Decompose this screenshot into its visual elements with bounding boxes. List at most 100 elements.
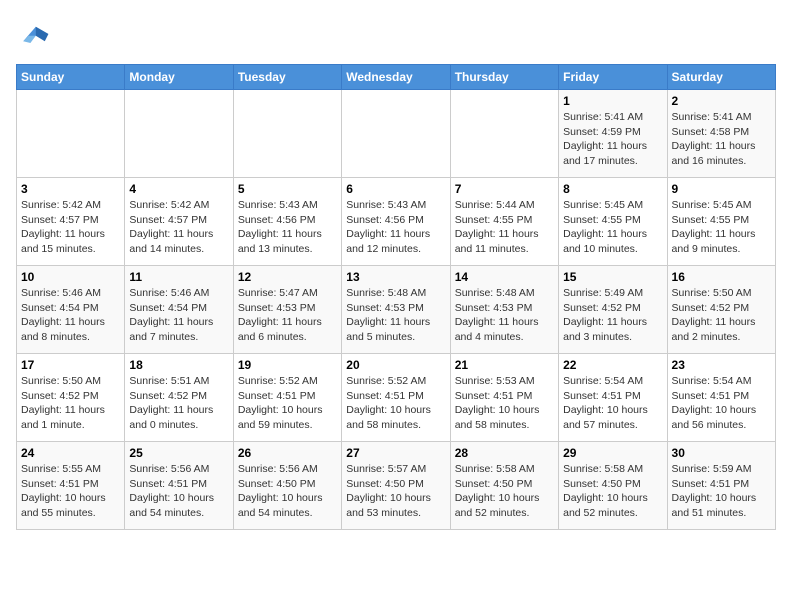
calendar-cell: 23 Sunrise: 5:54 AM Sunset: 4:51 PM Dayli…	[667, 354, 775, 442]
calendar-cell: 22 Sunrise: 5:54 AM Sunset: 4:51 PM Dayli…	[559, 354, 667, 442]
calendar-cell: 29 Sunrise: 5:58 AM Sunset: 4:50 PM Dayli…	[559, 442, 667, 530]
day-number: 19	[238, 358, 337, 372]
calendar-cell: 11 Sunrise: 5:46 AM Sunset: 4:54 PM Dayli…	[125, 266, 233, 354]
day-info: Sunrise: 5:43 AM Sunset: 4:56 PM Dayligh…	[238, 198, 337, 257]
calendar-cell: 21Sunrise: 5:53 AM Sunset: 4:51 PM Dayli…	[450, 354, 558, 442]
day-number: 11	[129, 270, 228, 284]
day-header-sunday: Sunday	[17, 65, 125, 90]
day-number: 24	[21, 446, 120, 460]
day-number: 20	[346, 358, 445, 372]
day-info: Sunrise: 5:52 AM Sunset: 4:51 PM Dayligh…	[346, 374, 445, 433]
day-info: Sunrise: 5:56 AM Sunset: 4:51 PM Dayligh…	[129, 462, 228, 521]
calendar-cell: 15 Sunrise: 5:49 AM Sunset: 4:52 PM Dayli…	[559, 266, 667, 354]
calendar-cell	[17, 90, 125, 178]
calendar-cell: 12 Sunrise: 5:47 AM Sunset: 4:53 PM Dayli…	[233, 266, 341, 354]
day-info: Sunrise: 5:57 AM Sunset: 4:50 PM Dayligh…	[346, 462, 445, 521]
calendar-week-row: 17 Sunrise: 5:50 AM Sunset: 4:52 PM Dayli…	[17, 354, 776, 442]
day-number: 25	[129, 446, 228, 460]
calendar-cell: 5 Sunrise: 5:43 AM Sunset: 4:56 PM Daylig…	[233, 178, 341, 266]
calendar-cell: 1Sunrise: 5:41 AM Sunset: 4:59 PM Daylig…	[559, 90, 667, 178]
day-info: Sunrise: 5:41 AM Sunset: 4:58 PM Dayligh…	[672, 110, 771, 169]
day-info: Sunrise: 5:50 AM Sunset: 4:52 PM Dayligh…	[672, 286, 771, 345]
calendar-cell: 14 Sunrise: 5:48 AM Sunset: 4:53 PM Dayli…	[450, 266, 558, 354]
calendar-cell: 24 Sunrise: 5:55 AM Sunset: 4:51 PM Dayli…	[17, 442, 125, 530]
calendar-cell	[125, 90, 233, 178]
calendar-cell: 10Sunrise: 5:46 AM Sunset: 4:54 PM Dayli…	[17, 266, 125, 354]
calendar-cell: 8 Sunrise: 5:45 AM Sunset: 4:55 PM Daylig…	[559, 178, 667, 266]
day-info: Sunrise: 5:42 AM Sunset: 4:57 PM Dayligh…	[21, 198, 120, 257]
day-info: Sunrise: 5:43 AM Sunset: 4:56 PM Dayligh…	[346, 198, 445, 257]
calendar-table: SundayMondayTuesdayWednesdayThursdayFrid…	[16, 64, 776, 530]
day-info: Sunrise: 5:54 AM Sunset: 4:51 PM Dayligh…	[672, 374, 771, 433]
day-number: 30	[672, 446, 771, 460]
day-header-wednesday: Wednesday	[342, 65, 450, 90]
day-number: 27	[346, 446, 445, 460]
calendar-cell: 13 Sunrise: 5:48 AM Sunset: 4:53 PM Dayli…	[342, 266, 450, 354]
day-header-tuesday: Tuesday	[233, 65, 341, 90]
day-info: Sunrise: 5:58 AM Sunset: 4:50 PM Dayligh…	[455, 462, 554, 521]
day-info: Sunrise: 5:47 AM Sunset: 4:53 PM Dayligh…	[238, 286, 337, 345]
calendar-cell: 2 Sunrise: 5:41 AM Sunset: 4:58 PM Daylig…	[667, 90, 775, 178]
day-info: Sunrise: 5:50 AM Sunset: 4:52 PM Dayligh…	[21, 374, 120, 433]
day-number: 9	[672, 182, 771, 196]
day-info: Sunrise: 5:52 AM Sunset: 4:51 PM Dayligh…	[238, 374, 337, 433]
day-number: 18	[129, 358, 228, 372]
day-info: Sunrise: 5:46 AM Sunset: 4:54 PM Dayligh…	[129, 286, 228, 345]
day-header-thursday: Thursday	[450, 65, 558, 90]
day-number: 12	[238, 270, 337, 284]
day-number: 15	[563, 270, 662, 284]
day-info: Sunrise: 5:41 AM Sunset: 4:59 PM Dayligh…	[563, 110, 662, 169]
day-number: 14	[455, 270, 554, 284]
day-number: 16	[672, 270, 771, 284]
day-info: Sunrise: 5:54 AM Sunset: 4:51 PM Dayligh…	[563, 374, 662, 433]
day-info: Sunrise: 5:56 AM Sunset: 4:50 PM Dayligh…	[238, 462, 337, 521]
day-header-saturday: Saturday	[667, 65, 775, 90]
day-info: Sunrise: 5:46 AM Sunset: 4:54 PM Dayligh…	[21, 286, 120, 345]
day-number: 8	[563, 182, 662, 196]
day-number: 2	[672, 94, 771, 108]
day-header-monday: Monday	[125, 65, 233, 90]
calendar-cell: 19 Sunrise: 5:52 AM Sunset: 4:51 PM Dayli…	[233, 354, 341, 442]
day-info: Sunrise: 5:45 AM Sunset: 4:55 PM Dayligh…	[563, 198, 662, 257]
calendar-cell: 9 Sunrise: 5:45 AM Sunset: 4:55 PM Daylig…	[667, 178, 775, 266]
day-number: 23	[672, 358, 771, 372]
calendar-cell: 16 Sunrise: 5:50 AM Sunset: 4:52 PM Dayli…	[667, 266, 775, 354]
day-number: 17	[21, 358, 120, 372]
day-number: 28	[455, 446, 554, 460]
day-number: 29	[563, 446, 662, 460]
day-number: 22	[563, 358, 662, 372]
calendar-week-row: 10Sunrise: 5:46 AM Sunset: 4:54 PM Dayli…	[17, 266, 776, 354]
day-number: 21	[455, 358, 554, 372]
day-info: Sunrise: 5:48 AM Sunset: 4:53 PM Dayligh…	[346, 286, 445, 345]
day-number: 5	[238, 182, 337, 196]
calendar-cell: 7Sunrise: 5:44 AM Sunset: 4:55 PM Daylig…	[450, 178, 558, 266]
day-info: Sunrise: 5:58 AM Sunset: 4:50 PM Dayligh…	[563, 462, 662, 521]
calendar-week-row: 3 Sunrise: 5:42 AM Sunset: 4:57 PM Daylig…	[17, 178, 776, 266]
day-info: Sunrise: 5:42 AM Sunset: 4:57 PM Dayligh…	[129, 198, 228, 257]
calendar-header-row: SundayMondayTuesdayWednesdayThursdayFrid…	[17, 65, 776, 90]
day-number: 7	[455, 182, 554, 196]
calendar-cell: 26Sunrise: 5:56 AM Sunset: 4:50 PM Dayli…	[233, 442, 341, 530]
calendar-week-row: 24 Sunrise: 5:55 AM Sunset: 4:51 PM Dayli…	[17, 442, 776, 530]
calendar-cell: 6 Sunrise: 5:43 AM Sunset: 4:56 PM Daylig…	[342, 178, 450, 266]
calendar-cell: 20 Sunrise: 5:52 AM Sunset: 4:51 PM Dayli…	[342, 354, 450, 442]
calendar-cell: 18 Sunrise: 5:51 AM Sunset: 4:52 PM Dayli…	[125, 354, 233, 442]
day-info: Sunrise: 5:48 AM Sunset: 4:53 PM Dayligh…	[455, 286, 554, 345]
calendar-week-row: 1Sunrise: 5:41 AM Sunset: 4:59 PM Daylig…	[17, 90, 776, 178]
day-info: Sunrise: 5:55 AM Sunset: 4:51 PM Dayligh…	[21, 462, 120, 521]
day-info: Sunrise: 5:49 AM Sunset: 4:52 PM Dayligh…	[563, 286, 662, 345]
day-number: 13	[346, 270, 445, 284]
day-number: 3	[21, 182, 120, 196]
day-info: Sunrise: 5:51 AM Sunset: 4:52 PM Dayligh…	[129, 374, 228, 433]
logo-icon	[16, 16, 52, 52]
day-header-friday: Friday	[559, 65, 667, 90]
day-info: Sunrise: 5:45 AM Sunset: 4:55 PM Dayligh…	[672, 198, 771, 257]
day-info: Sunrise: 5:59 AM Sunset: 4:51 PM Dayligh…	[672, 462, 771, 521]
calendar-cell: 28 Sunrise: 5:58 AM Sunset: 4:50 PM Dayli…	[450, 442, 558, 530]
calendar-cell	[233, 90, 341, 178]
calendar-cell: 27 Sunrise: 5:57 AM Sunset: 4:50 PM Dayli…	[342, 442, 450, 530]
calendar-cell: 4Sunrise: 5:42 AM Sunset: 4:57 PM Daylig…	[125, 178, 233, 266]
calendar-cell: 25 Sunrise: 5:56 AM Sunset: 4:51 PM Dayli…	[125, 442, 233, 530]
day-number: 6	[346, 182, 445, 196]
calendar-cell: 30 Sunrise: 5:59 AM Sunset: 4:51 PM Dayli…	[667, 442, 775, 530]
